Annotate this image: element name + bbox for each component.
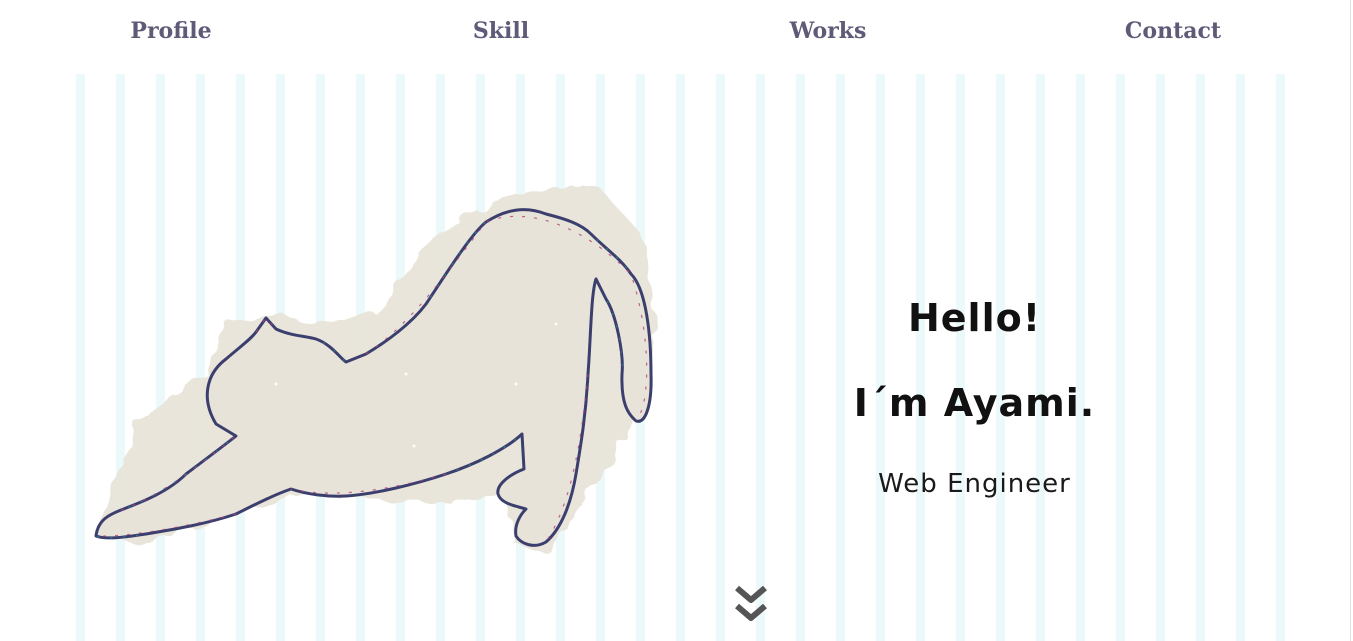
nav-item-profile[interactable]: Profile [130, 18, 211, 44]
hero-role: Web Engineer [878, 469, 1071, 499]
hero-section: Hello! I´m Ayami. Web Engineer [76, 74, 1288, 641]
scroll-down-button[interactable] [734, 585, 768, 627]
nav-item-contact[interactable]: Contact [1125, 18, 1221, 44]
nav-item-works[interactable]: Works [790, 18, 867, 44]
stretching-cat-icon [94, 184, 656, 554]
hero-greeting: Hello! [907, 296, 1042, 340]
double-chevron-down-icon [735, 585, 767, 621]
window-edge [1350, 0, 1351, 641]
main-nav: Profile Skill Works Contact [0, 0, 1350, 70]
hero-name: I´m Ayami. [853, 381, 1096, 425]
nav-item-skill[interactable]: Skill [473, 18, 529, 44]
